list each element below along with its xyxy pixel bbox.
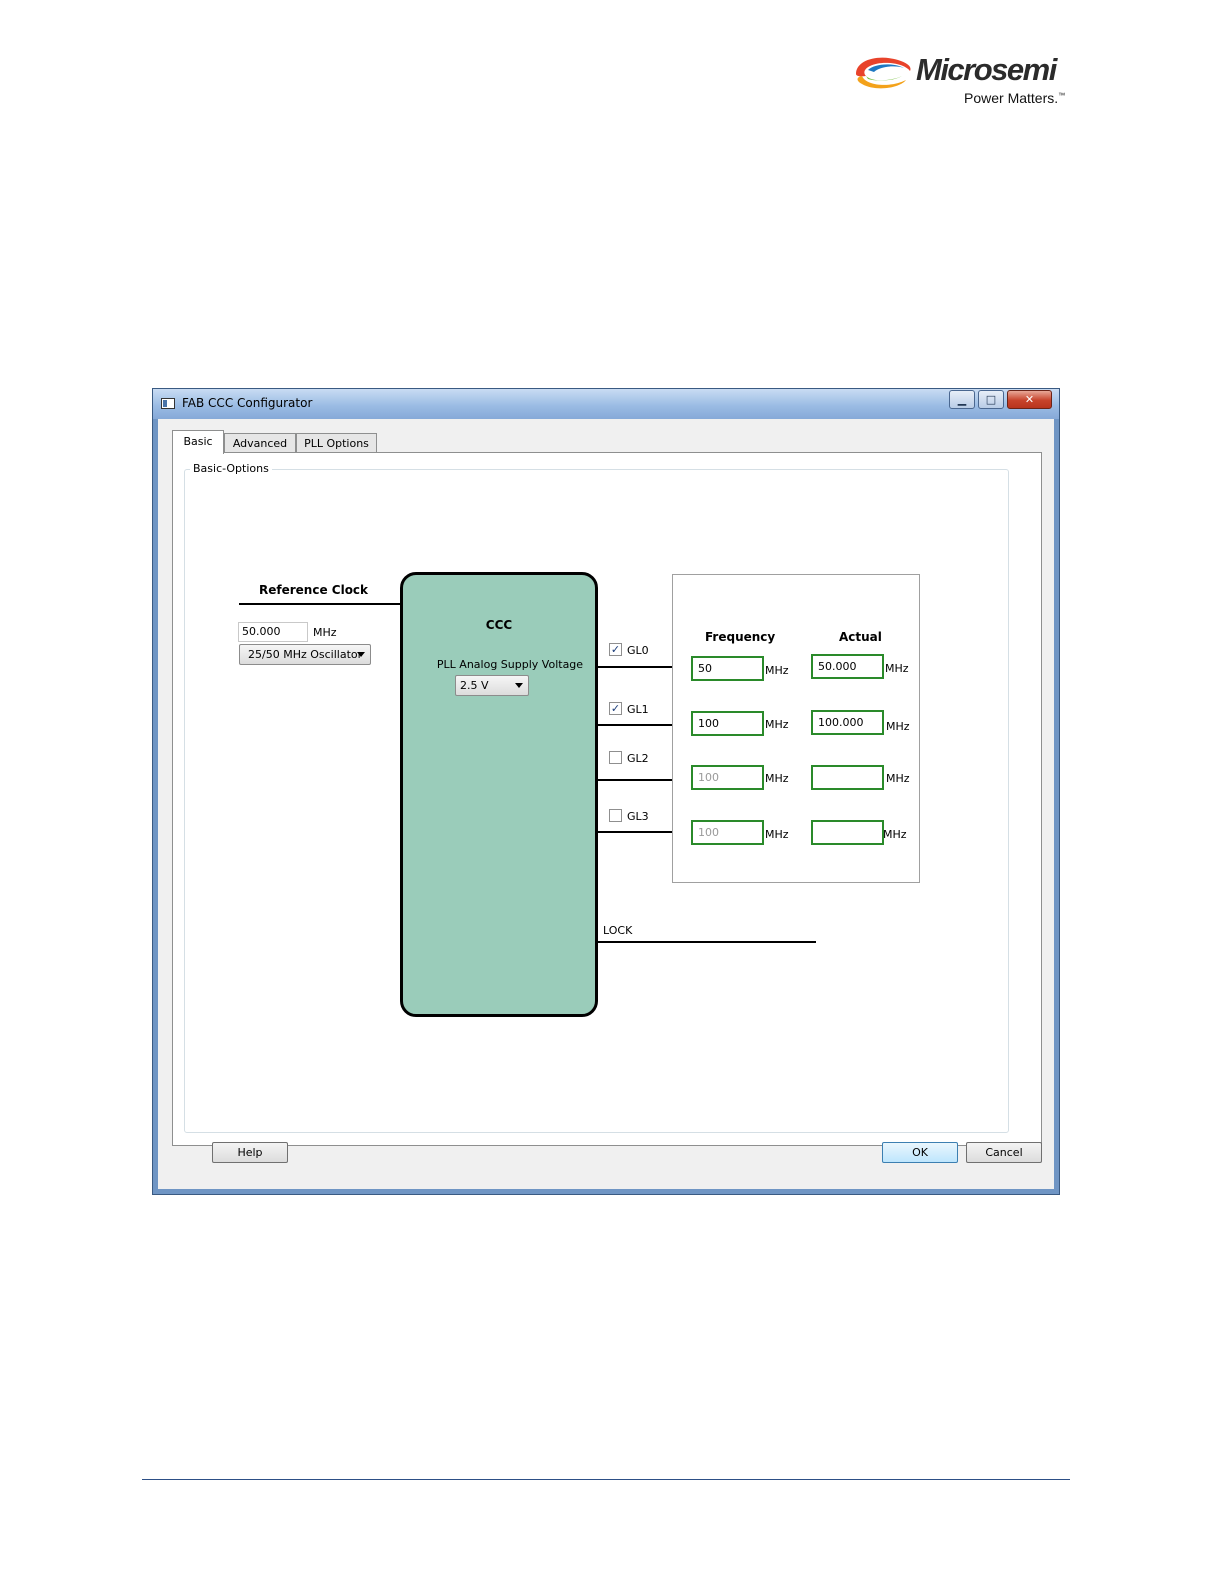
reference-clock-source-value: 25/50 MHz Oscillator: [248, 648, 363, 661]
reference-clock-input[interactable]: 50.000: [238, 622, 308, 642]
reference-clock-label: Reference Clock: [259, 583, 369, 597]
logo-wordmark: Microsemi: [916, 52, 1057, 87]
gl0-frequency-input[interactable]: 50: [691, 656, 764, 681]
gl3-frequency-input[interactable]: 100: [691, 820, 764, 845]
gl3-actual-unit: MHz: [883, 828, 907, 841]
ccc-configurator-window: FAB CCC Configurator ▁ □ ✕ Basic Advance…: [152, 388, 1060, 1195]
gl0-frequency-unit: MHz: [765, 664, 789, 677]
tab-pll-options[interactable]: PLL Options: [296, 433, 377, 453]
gl0-actual-unit: MHz: [885, 662, 909, 675]
gl0-wire: [597, 666, 673, 668]
gl0-label: GL0: [627, 644, 649, 657]
window-icon: [161, 398, 175, 409]
basic-tab-panel: Reference Clock 50.000 MHz 25/50 MHz Osc…: [172, 452, 1042, 1146]
pll-voltage-value: 2.5 V: [460, 679, 489, 692]
maximize-button[interactable]: □: [978, 390, 1004, 409]
title-bar[interactable]: FAB CCC Configurator ▁ □ ✕: [153, 389, 1059, 419]
gl3-wire: [597, 831, 673, 833]
cancel-button[interactable]: Cancel: [966, 1142, 1042, 1163]
gl2-actual-field: [811, 765, 884, 790]
lock-label: LOCK: [603, 924, 633, 937]
lock-wire: [597, 941, 816, 943]
gl1-checkbox[interactable]: ✓: [609, 702, 622, 715]
gl2-label: GL2: [627, 752, 649, 765]
ccc-block: CCC PLL Analog Supply Voltage 2.5 V: [400, 572, 598, 1017]
gl0-checkbox[interactable]: ✓: [609, 643, 622, 656]
gl3-frequency-unit: MHz: [765, 828, 789, 841]
output-frequency-panel: Frequency Actual 50 MHz 50.000 MHz 100 M…: [672, 574, 920, 883]
gl0-actual-field: 50.000: [811, 654, 884, 679]
ccc-title: CCC: [485, 618, 513, 632]
microsemi-logo: Microsemi Power Matters.™: [852, 48, 1074, 110]
reference-clock-unit: MHz: [313, 626, 337, 639]
footer-rule: [142, 1479, 1070, 1480]
help-button[interactable]: Help: [212, 1142, 288, 1163]
dialog-client-area: Basic Advanced PLL Options Reference Clo…: [158, 419, 1054, 1189]
gl1-actual-field: 100.000: [811, 710, 884, 735]
gl2-frequency-unit: MHz: [765, 772, 789, 785]
basic-options-group: Reference Clock 50.000 MHz 25/50 MHz Osc…: [184, 469, 1009, 1133]
pll-voltage-label: PLL Analog Supply Voltage: [436, 658, 584, 671]
gl2-wire: [597, 779, 673, 781]
gl3-actual-field: [811, 820, 884, 845]
gl1-actual-unit: MHz: [886, 720, 910, 733]
window-title: FAB CCC Configurator: [182, 396, 313, 410]
dropdown-arrow-icon: [357, 652, 365, 657]
microsemi-swirl-icon: [856, 57, 911, 89]
gl2-checkbox[interactable]: [609, 751, 622, 764]
gl2-actual-unit: MHz: [886, 772, 910, 785]
gl1-frequency-input[interactable]: 100: [691, 711, 764, 736]
gl3-checkbox[interactable]: [609, 809, 622, 822]
pll-voltage-select[interactable]: 2.5 V: [455, 675, 529, 696]
ok-button[interactable]: OK: [882, 1142, 958, 1163]
tab-advanced[interactable]: Advanced: [224, 433, 296, 453]
logo-tagline: Power Matters.™: [964, 90, 1066, 106]
dropdown-arrow-icon: [515, 683, 523, 688]
close-button[interactable]: ✕: [1007, 390, 1052, 409]
gl1-frequency-unit: MHz: [765, 718, 789, 731]
gl2-frequency-input[interactable]: 100: [691, 765, 764, 790]
reference-clock-wire: [239, 603, 405, 605]
minimize-button[interactable]: ▁: [949, 390, 975, 409]
gl1-wire: [597, 724, 673, 726]
frequency-header: Frequency: [705, 630, 776, 644]
gl1-label: GL1: [627, 703, 649, 716]
reference-clock-source-select[interactable]: 25/50 MHz Oscillator: [239, 644, 371, 665]
actual-header: Actual: [839, 630, 882, 644]
gl3-label: GL3: [627, 810, 649, 823]
tab-basic[interactable]: Basic: [172, 430, 224, 454]
basic-options-legend: Basic-Options: [190, 462, 272, 475]
